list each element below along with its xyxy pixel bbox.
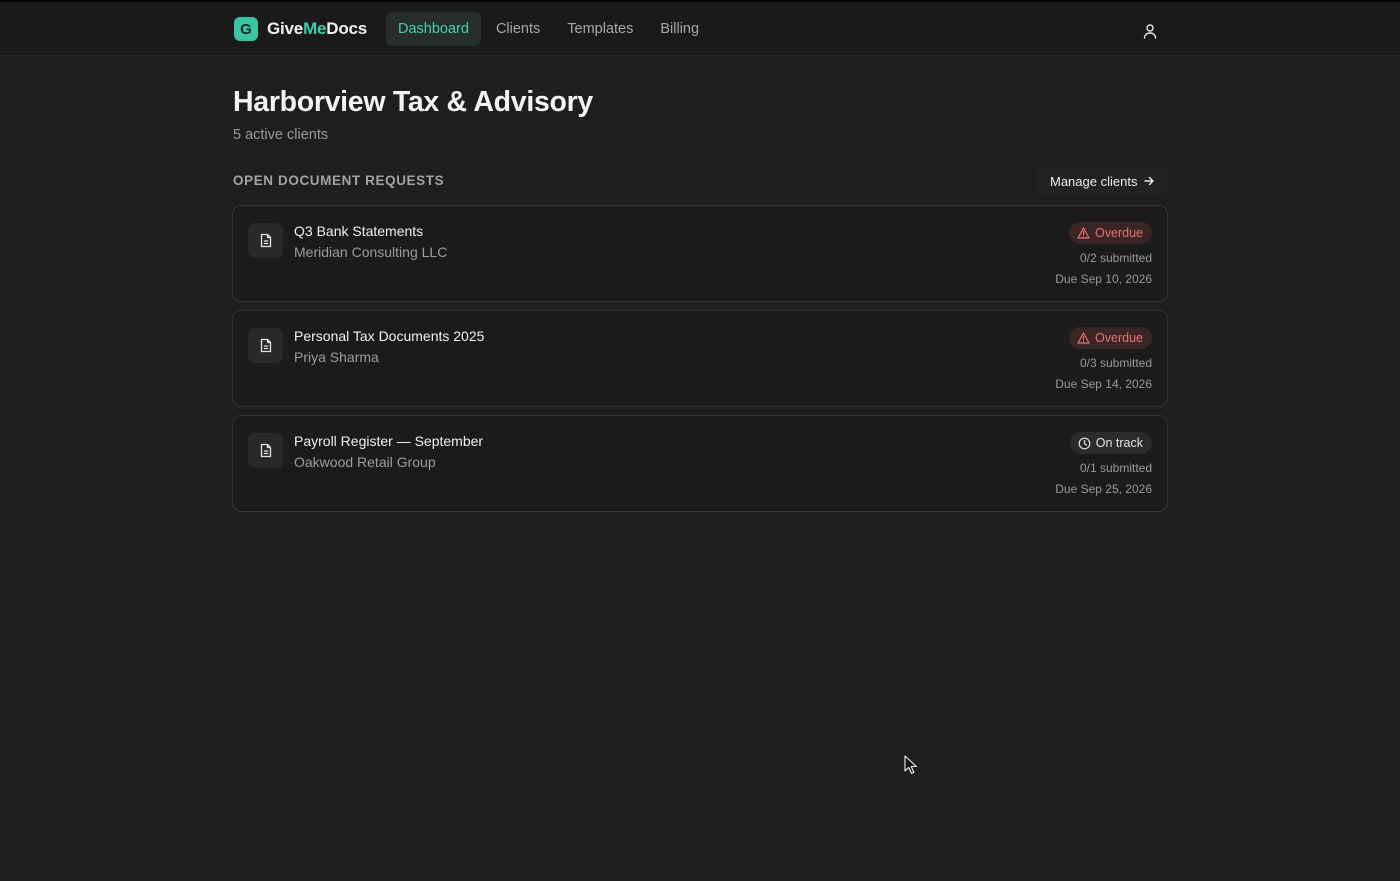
brand-name-part3: Docs — [326, 19, 368, 38]
document-icon — [248, 223, 283, 258]
document-request-list: Q3 Bank Statements Meridian Consulting L… — [232, 205, 1168, 520]
document-request-card[interactable]: Personal Tax Documents 2025 Priya Sharma… — [232, 310, 1168, 407]
status-badge-label: Overdue — [1095, 331, 1143, 345]
top-navigation-bar: G GiveMeDocs Dashboard Clients Templates… — [0, 0, 1400, 56]
active-clients-count: 5 active clients — [233, 127, 329, 143]
request-client: Priya Sharma — [294, 349, 379, 365]
nav-item-templates[interactable]: Templates — [555, 12, 645, 46]
request-client: Meridian Consulting LLC — [294, 244, 448, 260]
due-date: Due Sep 25, 2026 — [1055, 482, 1152, 496]
nav-item-billing[interactable]: Billing — [648, 12, 711, 46]
due-date: Due Sep 14, 2026 — [1055, 377, 1152, 391]
document-request-card[interactable]: Payroll Register — September Oakwood Ret… — [232, 415, 1168, 512]
status-badge: On track — [1069, 432, 1152, 454]
warning-triangle-icon — [1077, 227, 1090, 239]
manage-clients-button[interactable]: Manage clients — [1037, 168, 1169, 194]
document-icon — [248, 433, 283, 468]
brand-name-part1: Give — [267, 19, 304, 38]
status-badge: Overdue — [1069, 327, 1152, 349]
mouse-cursor-icon — [904, 755, 917, 774]
nav-item-clients[interactable]: Clients — [484, 12, 552, 46]
manage-clients-label: Manage clients — [1050, 173, 1138, 189]
status-badge-label: On track — [1095, 436, 1143, 450]
request-title: Payroll Register — September — [294, 433, 484, 449]
brand-name: GiveMeDocs — [267, 19, 367, 39]
clock-icon — [1078, 437, 1091, 449]
submission-count: 0/3 submitted — [1079, 356, 1152, 370]
brand-name-part2: Me — [303, 19, 327, 38]
logo-icon: G — [234, 17, 258, 41]
status-badge: Overdue — [1069, 222, 1152, 244]
main-nav: Dashboard Clients Templates Billing — [386, 12, 714, 46]
page-title: Harborview Tax & Advisory — [233, 86, 593, 118]
request-client: Oakwood Retail Group — [294, 454, 436, 470]
submission-count: 0/2 submitted — [1079, 251, 1152, 265]
status-badge-label: Overdue — [1095, 226, 1143, 240]
submission-count: 0/1 submitted — [1079, 461, 1152, 475]
request-title: Q3 Bank Statements — [294, 223, 424, 239]
arrow-right-icon — [1144, 176, 1155, 186]
brand-logo[interactable]: G GiveMeDocs — [234, 17, 367, 41]
document-request-card[interactable]: Q3 Bank Statements Meridian Consulting L… — [232, 205, 1168, 302]
user-icon — [1143, 24, 1157, 39]
due-date: Due Sep 10, 2026 — [1055, 272, 1152, 286]
section-heading: OPEN DOCUMENT REQUESTS — [233, 173, 445, 188]
document-icon — [248, 328, 283, 363]
user-menu-button[interactable] — [1138, 19, 1162, 43]
nav-item-dashboard[interactable]: Dashboard — [386, 12, 481, 46]
request-title: Personal Tax Documents 2025 — [294, 328, 485, 344]
warning-triangle-icon — [1077, 332, 1090, 344]
